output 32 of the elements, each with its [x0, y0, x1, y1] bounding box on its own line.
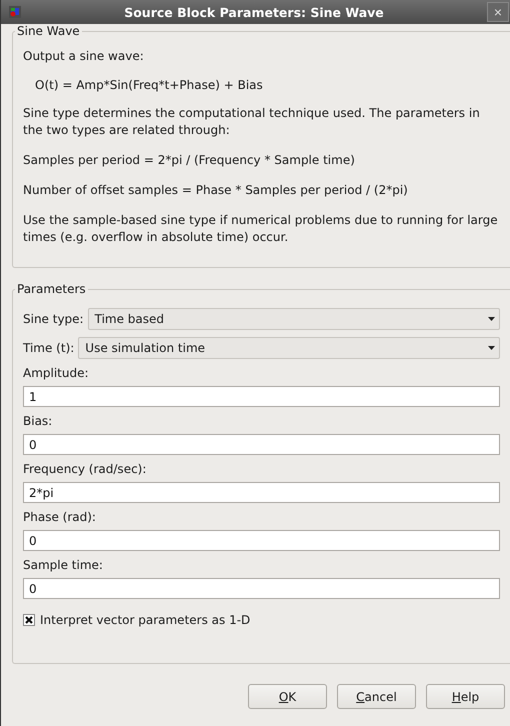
field-label: Frequency (rad/sec):: [23, 462, 148, 476]
dropdown[interactable]: Time based: [88, 308, 500, 330]
description-text: Number of offset samples = Phase * Samples per period / (2*pi): [23, 182, 409, 199]
description-text: Output a sine wave:: [23, 48, 145, 65]
dialog-button[interactable]: OK: [248, 684, 327, 709]
description-text: O(t) = Amp*Sin(Freq*t+Phase) + Bias: [35, 78, 264, 92]
field-label: Bias:: [23, 414, 54, 428]
input-field[interactable]: 0: [23, 434, 500, 455]
group-title: Parameters: [16, 282, 87, 296]
field-label: Sample time:: [23, 558, 104, 572]
field-label: Sine type:: [23, 312, 84, 326]
dialog-button[interactable]: Help: [426, 684, 505, 709]
group-title: Sine Wave: [16, 24, 81, 38]
description-text: Samples per period = 2*pi / (Frequency * Sample time): [23, 152, 356, 169]
input-field[interactable]: 1: [23, 386, 500, 407]
checkbox-label: Interpret vector parameters as 1-D: [40, 613, 250, 627]
input-field[interactable]: 2*pi: [23, 482, 500, 503]
field-label: Time (t):: [23, 341, 74, 355]
close-button[interactable]: ×: [487, 2, 509, 22]
input-field[interactable]: 0: [23, 530, 500, 551]
checkbox[interactable]: [23, 614, 35, 626]
app-icon: [9, 6, 21, 18]
dialog-button[interactable]: Cancel: [337, 684, 416, 709]
caret-icon: [488, 346, 495, 350]
input-field[interactable]: 0: [23, 578, 500, 599]
field-label: Phase (rad):: [23, 510, 97, 524]
description-text: Use the sample-based sine type if numerical problems due to running for large times (e.g. overflow in absolute time) occur.: [23, 212, 499, 246]
dropdown[interactable]: Use simulation time: [78, 337, 500, 359]
window-title: Source Block Parameters: Sine Wave: [123, 4, 385, 20]
description-text: Sine type determines the computational technique used. The parameters in the two types are related through:: [23, 105, 481, 139]
field-label: Amplitude:: [23, 366, 90, 380]
caret-icon: [488, 317, 495, 321]
